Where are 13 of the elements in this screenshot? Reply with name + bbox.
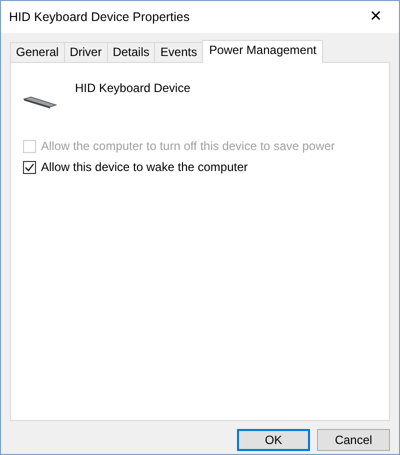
tab[interactable]: Power Management xyxy=(202,40,324,63)
checkbox-label: Allow the computer to turn off this device to save power xyxy=(41,138,335,155)
checkbox-label: Allow this device to wake the computer xyxy=(41,159,248,176)
ok-button[interactable]: OK xyxy=(237,429,310,451)
device-name: HID Keyboard Device xyxy=(75,80,190,97)
tab[interactable]: Driver xyxy=(64,42,107,62)
cancel-button[interactable]: Cancel xyxy=(317,429,390,451)
checkbox[interactable] xyxy=(23,160,36,174)
close-button[interactable]: ✕ xyxy=(353,1,399,33)
window-title: HID Keyboard Device Properties xyxy=(9,8,190,26)
tab[interactable]: Details xyxy=(106,42,154,62)
tab[interactable]: Events xyxy=(154,42,202,62)
tab[interactable]: General xyxy=(10,42,64,62)
